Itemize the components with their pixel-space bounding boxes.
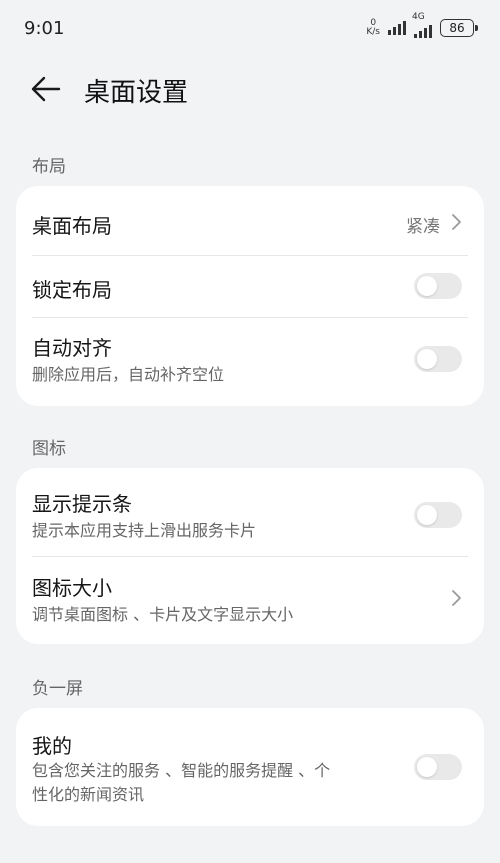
show-hint-bar-subtitle: 提示本应用支持上滑出服务卡片 [32, 521, 257, 540]
lock-layout-title: 锁定布局 [32, 278, 112, 302]
lock-layout-row: 锁定布局 [16, 256, 484, 318]
mine-row: 我的 包含您关注的服务 、智能的服务提醒 、个 性化的新闻资讯 [16, 708, 484, 826]
section-label-layout: 布局 [32, 157, 66, 177]
header: 桌面设置 [0, 60, 500, 116]
icon-size-subtitle: 调节桌面图标 、卡片及文字显示大小 [32, 605, 294, 624]
battery-icon: 86 [440, 19, 478, 37]
back-arrow-icon[interactable] [30, 74, 62, 104]
network-type: 4G [412, 12, 425, 22]
section-label-minus-one-screen: 负一屏 [32, 679, 83, 699]
show-hint-bar-toggle[interactable] [414, 502, 462, 528]
mine-subtitle-line2: 性化的新闻资讯 [32, 785, 145, 804]
icon-size-row[interactable]: 图标大小 调节桌面图标 、卡片及文字显示大小 [16, 557, 484, 644]
battery-level: 86 [449, 21, 465, 35]
network-speed: 0 K/s [366, 19, 380, 37]
network-speed-unit: K/s [366, 27, 380, 37]
show-hint-bar-title: 显示提示条 [32, 492, 132, 516]
chevron-right-icon [452, 590, 461, 606]
desktop-layout-title: 桌面布局 [32, 214, 112, 238]
mobile-signal-icon: 4G [412, 12, 432, 38]
desktop-layout-value: 紧凑 [406, 217, 440, 237]
mine-subtitle-line1: 包含您关注的服务 、智能的服务提醒 、个 [32, 761, 331, 780]
status-icons: 0 K/s 4G 86 [366, 12, 478, 39]
show-hint-bar-row: 显示提示条 提示本应用支持上滑出服务卡片 [16, 468, 484, 556]
desktop-layout-row[interactable]: 桌面布局 紧凑 [16, 186, 484, 256]
status-time: 9:01 [24, 18, 65, 39]
signal-icon [388, 21, 406, 35]
chevron-right-icon [452, 214, 461, 230]
section-label-icons: 图标 [32, 439, 66, 459]
status-bar: 9:01 0 K/s 4G 86 [0, 0, 500, 56]
page-title: 桌面设置 [84, 78, 189, 108]
minus-one-screen-card: 我的 包含您关注的服务 、智能的服务提醒 、个 性化的新闻资讯 [16, 708, 484, 826]
auto-align-toggle[interactable] [414, 346, 462, 372]
mine-toggle[interactable] [414, 754, 462, 780]
icons-card: 显示提示条 提示本应用支持上滑出服务卡片 图标大小 调节桌面图标 、卡片及文字显… [16, 468, 484, 644]
auto-align-subtitle: 删除应用后，自动补齐空位 [32, 365, 225, 384]
mine-title: 我的 [32, 734, 72, 758]
lock-layout-toggle[interactable] [414, 273, 462, 299]
icon-size-title: 图标大小 [32, 576, 112, 600]
auto-align-row: 自动对齐 删除应用后，自动补齐空位 [16, 318, 484, 406]
auto-align-title: 自动对齐 [32, 336, 112, 360]
layout-card: 桌面布局 紧凑 锁定布局 自动对齐 删除应用后，自动补齐空位 [16, 186, 484, 406]
